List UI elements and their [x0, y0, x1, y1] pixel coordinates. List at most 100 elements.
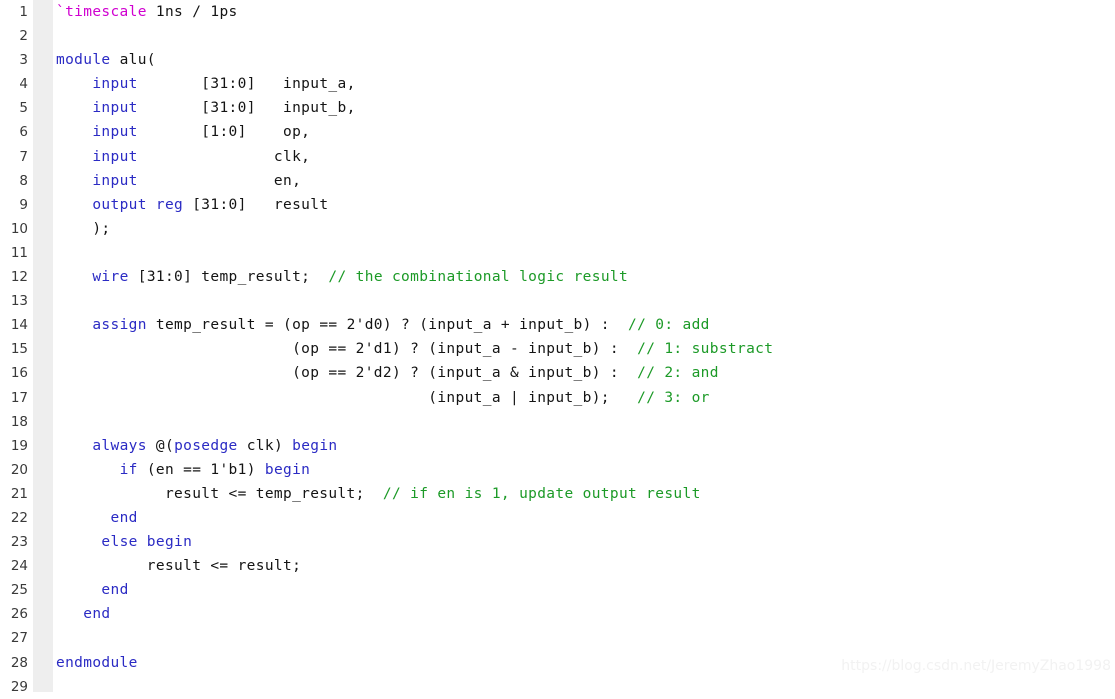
code-line-text: input en, [56, 169, 301, 193]
code-line[interactable]: 14 assign temp_result = (op == 2'd0) ? (… [0, 313, 1115, 337]
code-token-kw: wire [92, 269, 129, 286]
code-line[interactable]: 24 result <= result; [0, 554, 1115, 578]
line-number: 25 [10, 582, 28, 599]
code-line[interactable]: 20 if (en == 1'b1) begin [0, 458, 1115, 482]
code-token-kw: end [83, 606, 111, 623]
line-number: 6 [19, 124, 28, 141]
line-number: 8 [19, 172, 28, 189]
code-line[interactable]: 26 end [0, 602, 1115, 626]
code-token-pl: [31:0] input_a, [137, 76, 356, 93]
code-line-text: end [56, 506, 138, 530]
code-line-text: `timescale 1ns / 1ps [56, 0, 238, 24]
code-token-cm: // 2: and [637, 365, 719, 382]
line-number: 15 [10, 341, 28, 358]
line-number: 28 [10, 654, 28, 671]
line-number: 29 [10, 678, 28, 695]
line-number: 16 [10, 365, 28, 382]
code-line[interactable]: 12 wire [31:0] temp_result; // the combi… [0, 265, 1115, 289]
code-line[interactable]: 17 (input_a | input_b); // 3: or [0, 386, 1115, 410]
code-line[interactable]: 29 [0, 675, 1115, 699]
watermark: https://blog.csdn.net/JeremyZhao1998 [841, 658, 1111, 674]
code-line[interactable]: 21 result <= temp_result; // if en is 1,… [0, 482, 1115, 506]
code-token-kw: begin [292, 437, 338, 454]
code-line-text: input clk, [56, 145, 310, 169]
line-number: 7 [19, 148, 28, 165]
code-line[interactable]: 22 end [0, 506, 1115, 530]
code-token-kw: output reg [92, 196, 184, 213]
code-line[interactable]: 3 module alu( [0, 48, 1115, 72]
code-line-text: if (en == 1'b1) begin [56, 458, 310, 482]
code-token-pl: (op == 2'd2) ? (input_a & input_b) : [56, 365, 638, 382]
line-number: 4 [19, 76, 28, 93]
code-token-kw: begin [264, 461, 311, 478]
code-token-pl: [31:0] result [183, 196, 329, 213]
line-number: 18 [10, 413, 28, 430]
code-token-cm: // if en is 1, update output result [382, 485, 701, 502]
code-line[interactable]: 13 [0, 289, 1115, 313]
code-line[interactable]: 7 input clk, [0, 145, 1115, 169]
code-line-text: else begin [56, 530, 192, 554]
code-line[interactable]: 2 [0, 24, 1115, 48]
code-line[interactable]: 5 input [31:0] input_b, [0, 96, 1115, 120]
line-number: 24 [10, 558, 28, 575]
code-line-text: assign temp_result = (op == 2'd0) ? (inp… [56, 313, 710, 337]
code-line[interactable]: 19 always @(posedge clk) begin [0, 434, 1115, 458]
code-line[interactable]: 16 (op == 2'd2) ? (input_a & input_b) : … [0, 361, 1115, 385]
code-token-kw: if [119, 461, 138, 478]
code-line-text: (op == 2'd2) ? (input_a & input_b) : // … [56, 361, 719, 385]
code-token-kw: input [92, 172, 138, 189]
code-line[interactable]: 9 output reg [31:0] result [0, 193, 1115, 217]
code-line[interactable]: 10 ); [0, 217, 1115, 241]
code-line[interactable]: 27 [0, 626, 1115, 650]
line-number: 17 [10, 389, 28, 406]
code-token-pl: (input_a | input_b); [56, 389, 638, 406]
code-token-pl: clk, [137, 148, 311, 165]
code-line-text: input [31:0] input_a, [56, 72, 356, 96]
code-line-text: (op == 2'd1) ? (input_a - input_b) : // … [56, 337, 773, 361]
code-token-pl: clk) [237, 437, 293, 454]
code-line[interactable]: 18 [0, 410, 1115, 434]
code-line[interactable]: 8 input en, [0, 169, 1115, 193]
code-line[interactable]: 4 input [31:0] input_a, [0, 72, 1115, 96]
code-line[interactable]: 11 [0, 241, 1115, 265]
line-number: 12 [10, 269, 28, 286]
code-token-kw: posedge [174, 437, 238, 454]
code-line[interactable]: 15 (op == 2'd1) ? (input_a - input_b) : … [0, 337, 1115, 361]
code-token-kw: input [92, 100, 138, 117]
code-line-text: wire [31:0] temp_result; // the combinat… [56, 265, 628, 289]
code-token-pl: en, [137, 172, 302, 189]
code-token-cm: // the combinational logic result [328, 269, 629, 286]
code-line-text: (input_a | input_b); // 3: or [56, 386, 710, 410]
line-number: 11 [10, 244, 28, 261]
code-token-kw: end [101, 582, 129, 599]
line-number: 21 [10, 485, 28, 502]
code-token-kw: end [110, 509, 138, 526]
code-token-pl: @( [146, 437, 175, 454]
code-line-text: always @(posedge clk) begin [56, 434, 338, 458]
code-line[interactable]: 25 end [0, 578, 1115, 602]
code-editor[interactable]: 1 `timescale 1ns / 1ps 2 3 module alu(4 inpu… [0, 0, 1115, 695]
code-line[interactable]: 1 `timescale 1ns / 1ps [0, 0, 1115, 24]
code-line-text: result <= result; [56, 554, 301, 578]
line-number: 1 [19, 4, 28, 20]
line-number: 13 [10, 293, 28, 310]
code-token-cm: // 1: substract [637, 341, 774, 358]
code-line-text: input [31:0] input_b, [56, 96, 356, 120]
line-number: 5 [19, 100, 28, 117]
code-token-kw: input [92, 76, 138, 93]
code-line[interactable]: 23 else begin [0, 530, 1115, 554]
code-token-pl: temp_result = (op == 2'd0) ? (input_a + … [146, 317, 629, 334]
code-line-text: ); [56, 217, 110, 241]
line-number: 14 [10, 317, 28, 334]
code-token-pl: result <= result; [56, 558, 302, 575]
code-token-pl: (op == 2'd1) ? (input_a - input_b) : [56, 341, 638, 358]
code-line-text: module alu( [56, 48, 156, 72]
code-token-dir: `timescale [56, 4, 147, 20]
code-line-text: input [1:0] op, [56, 120, 310, 144]
code-line[interactable]: 6 input [1:0] op, [0, 120, 1115, 144]
